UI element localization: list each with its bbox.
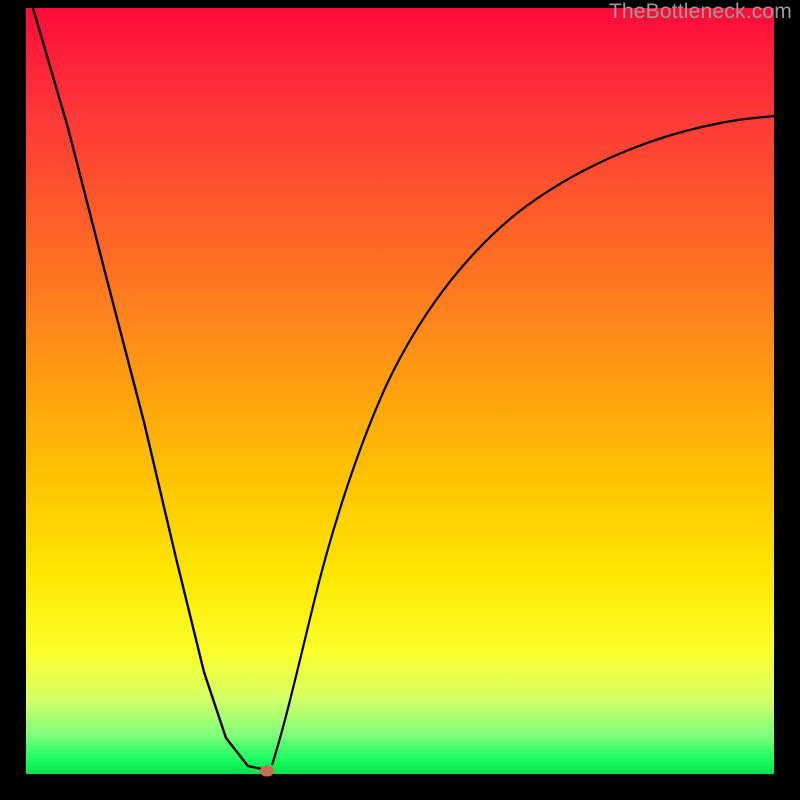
bottleneck-curve [26, 8, 774, 774]
minimum-marker [260, 766, 274, 777]
watermark-text: TheBottleneck.com [609, 0, 792, 24]
curve-left-branch [33, 8, 262, 769]
plot-area [26, 8, 774, 774]
chart-stage: TheBottleneck.com [0, 0, 800, 800]
curve-right-branch [272, 116, 774, 765]
